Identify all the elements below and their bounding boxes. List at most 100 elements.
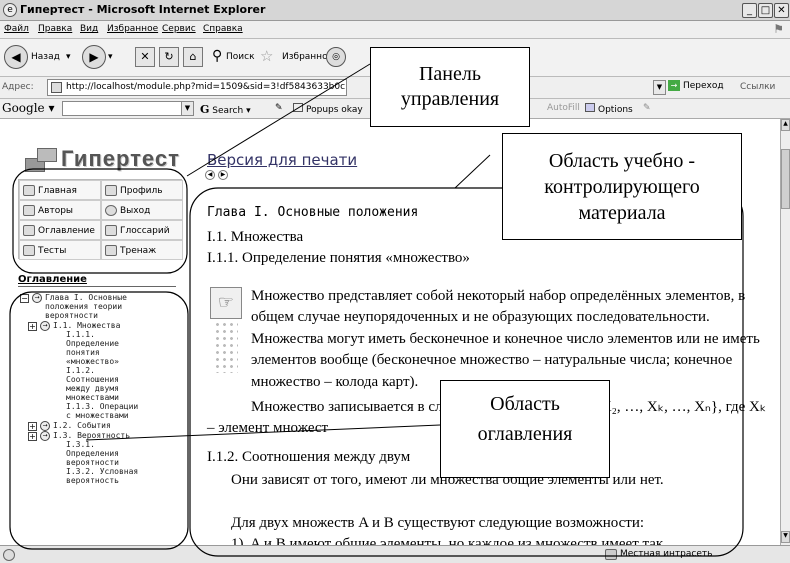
nav-authors[interactable]: Авторы <box>19 200 101 220</box>
address-dropdown-icon[interactable]: ▼ <box>653 80 666 95</box>
address-url: http://localhost/module.php?mid=1509&sid… <box>66 82 346 92</box>
popups-button[interactable]: Popups okay <box>293 103 363 115</box>
nav-profile-label: Профиль <box>120 186 163 196</box>
back-dropdown-icon[interactable]: ▾ <box>66 52 71 62</box>
paragraph: Для двух множеств A и B существуют следу… <box>231 515 645 531</box>
forward-dropdown-icon[interactable]: ▾ <box>108 52 113 62</box>
logo-text: Гипертест <box>61 146 180 171</box>
favorites-star-icon[interactable]: ☆ <box>260 47 273 65</box>
area-callout-text: Область учебно - контролирующего материа… <box>544 150 700 224</box>
nav-trainer[interactable]: Тренаж <box>101 240 183 260</box>
pagerank-icon[interactable]: ✎ <box>275 103 283 113</box>
popup-icon <box>293 103 303 112</box>
page-icon <box>51 82 62 93</box>
nav-tests[interactable]: Тесты <box>19 240 101 260</box>
toc-divider <box>18 286 176 287</box>
nav-contents[interactable]: Оглавление <box>19 220 101 240</box>
address-input[interactable]: http://localhost/module.php?mid=1509&sid… <box>47 79 347 96</box>
ie-icon: e <box>3 3 17 17</box>
nav-home-label: Главная <box>38 186 77 196</box>
google-logo-text: Google <box>2 101 45 115</box>
home-icon[interactable]: ⌂ <box>183 47 203 67</box>
expand-icon[interactable]: + <box>28 422 37 431</box>
contents-icon <box>23 225 35 236</box>
back-arrow-icon[interactable]: ◀ <box>4 45 28 69</box>
menu-edit[interactable]: Правка <box>38 24 72 34</box>
control-panel: Главная Профиль Авторы Выход Оглавление … <box>18 179 183 260</box>
menu-file[interactable]: Файл <box>4 24 29 34</box>
close-button[interactable]: ✕ <box>774 3 789 18</box>
scroll-down-icon[interactable]: ▼ <box>781 531 790 543</box>
panel-callout: Панель управления <box>370 47 530 127</box>
toc-item[interactable]: с множествами <box>66 411 129 421</box>
stop-icon[interactable]: ✕ <box>135 47 155 67</box>
intranet-icon <box>605 549 617 560</box>
subsection-heading: I.1.2. Соотношения между двум <box>207 449 411 465</box>
security-zone: Местная интрасеть <box>620 549 713 559</box>
scroll-thumb[interactable] <box>781 149 790 209</box>
refresh-icon[interactable]: ↻ <box>159 47 179 67</box>
paragraph: 1). A и B имеют общие элементы, но каждо… <box>231 536 664 545</box>
google-search-button[interactable]: G Search ▾ <box>200 103 251 116</box>
menu-bar: Файл Правка Вид Избранное Сервис Справка… <box>0 21 790 39</box>
paragraph: Множество представляет собой некоторый н… <box>251 288 760 390</box>
print-version-link[interactable]: Версия для печати <box>207 151 357 169</box>
options-button[interactable]: Options <box>585 103 633 115</box>
toc-item[interactable]: вероятности <box>45 311 98 321</box>
search-button-label[interactable]: Поиск <box>226 52 255 62</box>
dots-decoration <box>214 321 238 373</box>
address-label: Адрес: <box>2 82 34 92</box>
pencil-icon[interactable]: ✎ <box>643 103 651 113</box>
next-page-icon[interactable]: ▶ <box>218 170 228 180</box>
autofill-button[interactable]: AutoFill <box>547 103 580 113</box>
minimize-button[interactable]: _ <box>742 3 757 18</box>
page-status-icon <box>3 549 15 561</box>
toc-item[interactable]: вероятность <box>66 476 119 486</box>
nav-glossary-label: Глоссарий <box>120 226 170 236</box>
google-search-dropdown-icon[interactable]: ▼ <box>181 102 193 115</box>
popups-label: Popups okay <box>306 105 363 115</box>
collapse-icon[interactable]: − <box>20 294 29 303</box>
windows-logo-icon: ⚑ <box>773 22 784 36</box>
prev-page-icon[interactable]: ◀ <box>205 170 215 180</box>
google-search-input[interactable]: ▼ <box>62 101 194 116</box>
nav-profile[interactable]: Профиль <box>101 180 183 200</box>
forward-arrow-icon[interactable]: ▶ <box>82 45 106 69</box>
nav-exit-label: Выход <box>120 206 151 216</box>
options-label: Options <box>598 105 633 115</box>
nav-glossary[interactable]: Глоссарий <box>101 220 183 240</box>
hand-pointer-icon: ☞ <box>210 287 242 319</box>
go-button[interactable]: → Переход <box>668 80 724 91</box>
maximize-button[interactable]: □ <box>758 3 773 18</box>
section-node-icon: → <box>40 321 50 331</box>
menu-favorites[interactable]: Избранное <box>107 24 158 34</box>
section-node-icon: → <box>40 421 50 431</box>
panel-callout-text: Панель управления <box>400 63 500 110</box>
page-nav: ◀ ▶ <box>205 168 231 180</box>
menu-help[interactable]: Справка <box>203 24 243 34</box>
status-bar: Местная интрасеть <box>0 545 790 563</box>
section-heading: I.1. Множества <box>207 229 304 245</box>
links-button[interactable]: Ссылки <box>740 82 775 92</box>
expand-icon[interactable]: + <box>28 432 37 441</box>
site-logo[interactable]: Гипертест <box>25 144 185 180</box>
vertical-scrollbar[interactable]: ▲ ▼ <box>780 119 790 545</box>
nav-home[interactable]: Главная <box>19 180 101 200</box>
search-icon[interactable]: ⚲ <box>212 48 222 64</box>
media-icon[interactable]: ◎ <box>326 47 346 67</box>
expand-icon[interactable]: + <box>28 322 37 331</box>
scroll-up-icon[interactable]: ▲ <box>781 119 790 131</box>
toc-callout: Область оглавления <box>440 380 610 478</box>
glossary-icon <box>105 225 117 236</box>
title-bar: e Гипертест - Microsoft Internet Explore… <box>0 0 790 21</box>
toc-title: Оглавление <box>18 274 87 285</box>
google-search-label: Search <box>212 106 244 116</box>
menu-tools[interactable]: Сервис <box>162 24 196 34</box>
menu-view[interactable]: Вид <box>80 24 98 34</box>
toc-item[interactable]: I.2. События <box>53 421 111 431</box>
back-button-label[interactable]: Назад <box>31 52 60 62</box>
nav-exit[interactable]: Выход <box>101 200 183 220</box>
google-logo[interactable]: Google ▾ <box>2 101 55 115</box>
chapter-heading: Глава I. Основные положения <box>207 205 419 220</box>
chapter-node-icon: → <box>32 293 42 303</box>
